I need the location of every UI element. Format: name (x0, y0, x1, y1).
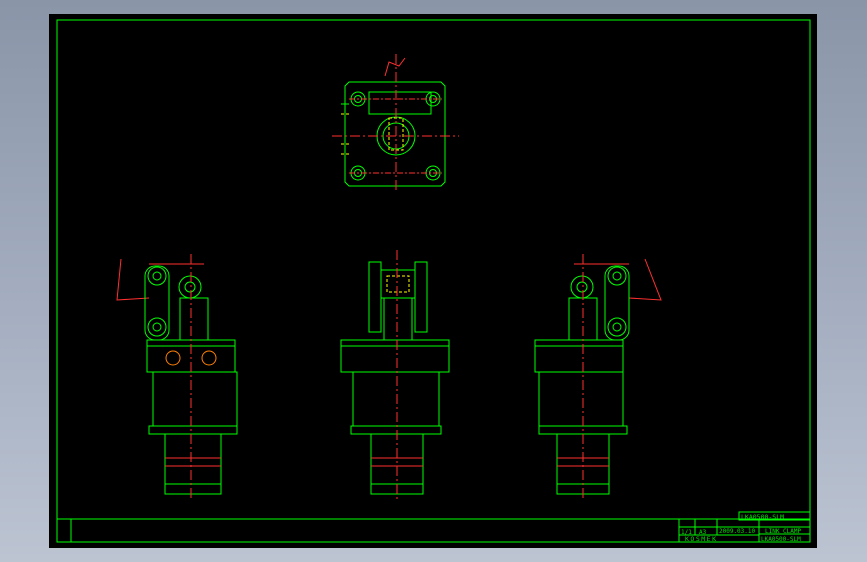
date-text: 2009.03.10 (719, 528, 756, 535)
cad-drawing: LKA0500-SLM 1/1 A3 2009.03.10 LINK CLAMP… (56, 19, 811, 543)
product-name-text: LINK CLAMP (765, 528, 802, 535)
model-number-text: LKA0500-SLM (761, 536, 801, 543)
drawing-border (56, 19, 811, 543)
company-logo-text: KOSMEK (685, 535, 717, 543)
right-side-view (534, 254, 662, 499)
top-view (332, 54, 459, 190)
drawing-code-text: LKA0500-SLM (741, 513, 784, 521)
cad-viewport[interactable]: LKA0500-SLM 1/1 A3 2009.03.10 LINK CLAMP… (49, 14, 817, 548)
front-view (340, 250, 450, 499)
left-side-view (116, 254, 238, 499)
title-block: LKA0500-SLM 1/1 A3 2009.03.10 LINK CLAMP… (678, 511, 811, 543)
